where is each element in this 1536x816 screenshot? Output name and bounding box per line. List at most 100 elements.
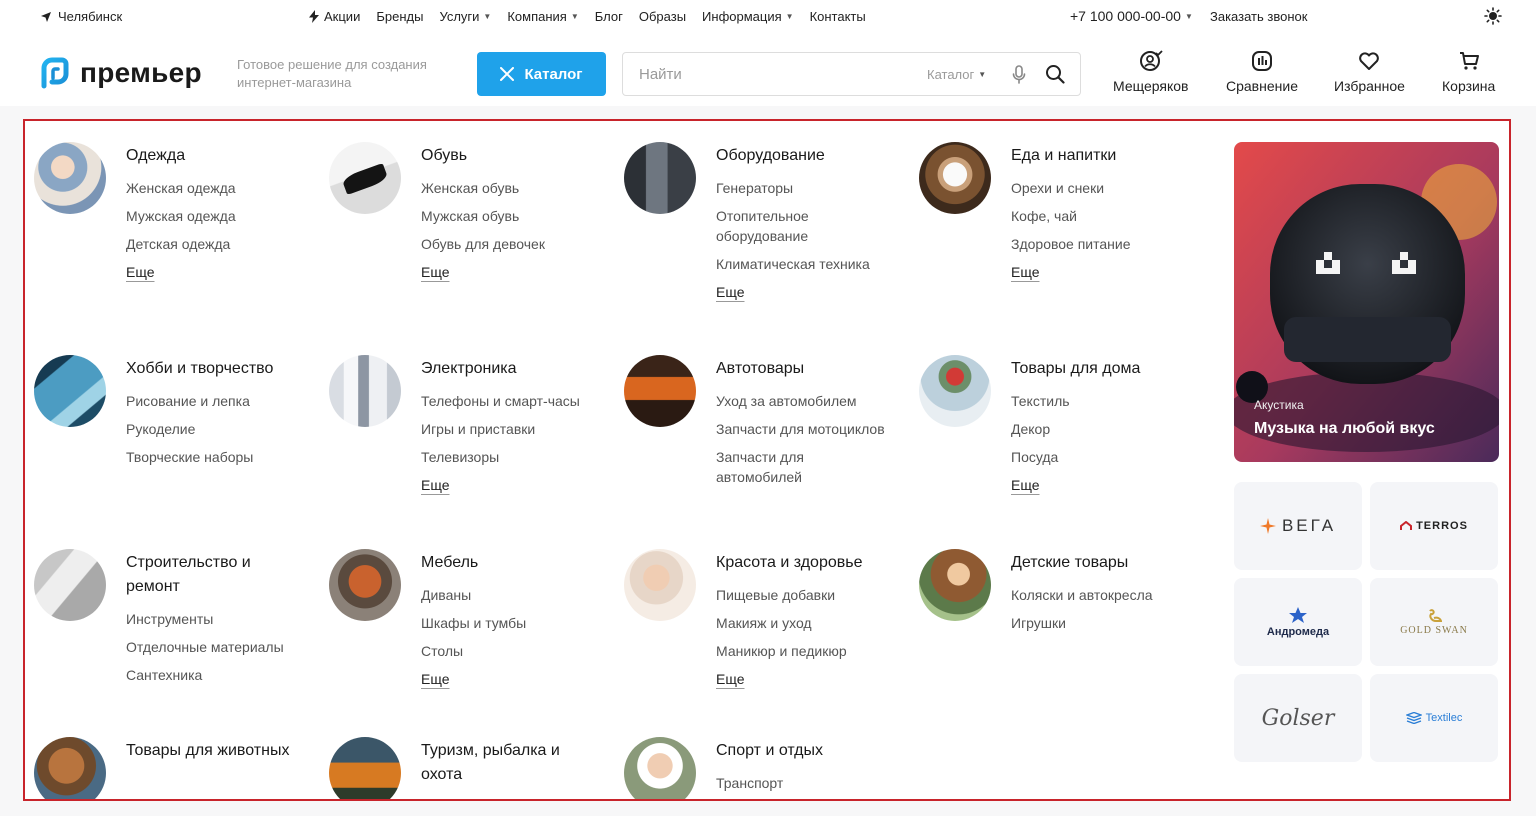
subcategory-link[interactable]: Обувь для девочек [421,234,591,254]
subcategory-link[interactable]: Уход за автомобилем [716,391,886,411]
subcategory-link[interactable]: Макияж и уход [716,613,886,633]
category-title[interactable]: Одежда [126,144,306,168]
category-title[interactable]: Автотовары [716,357,896,381]
subcategory-link[interactable]: Детская одежда [126,234,296,254]
category-title[interactable]: Мебель [421,551,601,575]
subcategory-link[interactable]: Рукоделие [126,419,296,439]
theme-toggle[interactable] [1484,7,1502,28]
subcategory-link[interactable]: Кофе, чай [1011,206,1181,226]
header-favorites[interactable]: Избранное [1334,50,1405,94]
category-image[interactable] [34,355,106,427]
more-link[interactable]: Еще [126,264,155,280]
city-selector[interactable]: Челябинск [40,9,122,24]
category-title[interactable]: Еда и напитки [1011,144,1191,168]
subcategory-link[interactable]: Запчасти для автомобилей [716,447,886,487]
search-scope-select[interactable]: Каталог ▼ [927,67,986,82]
brand-tile-andromeda[interactable]: Андромеда [1234,578,1362,666]
subcategory-link[interactable]: Генераторы [716,178,886,198]
category-image[interactable] [919,142,991,214]
subcategory-link[interactable]: Игрушки [1011,613,1181,633]
subcategory-link[interactable]: Отопительное оборудование [716,206,886,246]
category-title[interactable]: Обувь [421,144,601,168]
catalog-button[interactable]: Каталог [477,52,606,96]
category-image[interactable] [919,549,991,621]
category-image[interactable] [624,737,696,799]
category-title[interactable]: Хобби и творчество [126,357,306,381]
nav-brands[interactable]: Бренды [376,9,423,24]
category-title[interactable]: Электроника [421,357,601,381]
category-image[interactable] [329,355,401,427]
subcategory-link[interactable]: Отделочные материалы [126,637,296,657]
subcategory-link[interactable]: Столы [421,641,591,661]
nav-company[interactable]: Компания ▼ [507,9,578,24]
subcategory-link[interactable]: Творческие наборы [126,447,296,467]
category-image[interactable] [919,355,991,427]
subcategory-link[interactable]: Женская одежда [126,178,296,198]
subcategory-link[interactable]: Коляски и автокресла [1011,585,1181,605]
brand-tile-textilec[interactable]: Textilec [1370,674,1498,762]
category-title[interactable]: Красота и здоровье [716,551,896,575]
subcategory-link[interactable]: Пищевые добавки [716,585,886,605]
nav-info[interactable]: Информация ▼ [702,9,794,24]
subcategory-link[interactable]: Запчасти для мотоциклов [716,419,886,439]
subcategory-link[interactable]: Здоровое питание [1011,234,1181,254]
category-title[interactable]: Товары для животных [126,739,306,763]
category-title[interactable]: Туризм, рыбалка и охота [421,739,601,787]
subcategory-link[interactable]: Сантехника [126,665,296,685]
category-image[interactable] [624,355,696,427]
subcategory-link[interactable]: Инструменты [126,609,296,629]
subcategory-link[interactable]: Климатическая техника [716,254,886,274]
nav-promotions[interactable]: Акции [308,9,360,24]
subcategory-link[interactable]: Игры и приставки [421,419,591,439]
more-link[interactable]: Еще [716,284,745,300]
brand-tile-vega[interactable]: ВЕГА [1234,482,1362,570]
nav-contacts[interactable]: Контакты [810,9,866,24]
category-title[interactable]: Товары для дома [1011,357,1191,381]
subcategory-link[interactable]: Женская обувь [421,178,591,198]
callback-link[interactable]: Заказать звонок [1210,9,1307,24]
subcategory-link[interactable]: Декор [1011,419,1181,439]
subcategory-link[interactable]: Посуда [1011,447,1181,467]
category-title[interactable]: Спорт и отдых [716,739,896,763]
nav-services[interactable]: Услуги ▼ [439,9,491,24]
category-image[interactable] [329,737,401,799]
subcategory-link[interactable]: Орехи и снеки [1011,178,1181,198]
phone-number[interactable]: +7 100 000-00-00 ▼ [1070,8,1193,24]
brand-tile-golser[interactable]: Golser [1234,674,1362,762]
subcategory-link[interactable]: Маникюр и педикюр [716,641,886,661]
brand-tile-goldswan[interactable]: GOLD SWAN [1370,578,1498,666]
category-image[interactable] [34,737,106,799]
subcategory-link[interactable]: Транспорт [716,773,886,793]
subcategory-link[interactable]: Телефоны и смарт-часы [421,391,591,411]
subcategory-link[interactable]: Рисование и лепка [126,391,296,411]
header-compare[interactable]: Сравнение [1226,50,1298,94]
category-image[interactable] [329,142,401,214]
category-image[interactable] [624,142,696,214]
more-link[interactable]: Еще [1011,477,1040,493]
header-profile[interactable]: Мещеряков [1113,50,1188,94]
nav-looks[interactable]: Образы [639,9,686,24]
category-title[interactable]: Строительство и ремонт [126,551,306,599]
search-submit-button[interactable] [1045,64,1065,89]
more-link[interactable]: Еще [421,477,450,493]
nav-blog[interactable]: Блог [595,9,623,24]
subcategory-link[interactable]: Мужская одежда [126,206,296,226]
subcategory-link[interactable]: Шкафы и тумбы [421,613,591,633]
subcategory-link[interactable]: Текстиль [1011,391,1181,411]
more-link[interactable]: Еще [716,671,745,687]
category-image[interactable] [624,549,696,621]
subcategory-link[interactable]: Телевизоры [421,447,591,467]
logo[interactable]: премьер [36,56,202,90]
category-image[interactable] [34,142,106,214]
more-link[interactable]: Еще [1011,264,1040,280]
promo-banner[interactable]: Акустика Музыка на любой вкус [1234,142,1499,462]
category-title[interactable]: Оборудование [716,144,896,168]
subcategory-link[interactable]: Мужская обувь [421,206,591,226]
category-title[interactable]: Детские товары [1011,551,1191,575]
search-input[interactable] [639,63,919,85]
brand-tile-terros[interactable]: TERROS [1370,482,1498,570]
more-link[interactable]: Еще [421,671,450,687]
subcategory-link[interactable]: Диваны [421,585,591,605]
category-image[interactable] [34,549,106,621]
category-image[interactable] [329,549,401,621]
